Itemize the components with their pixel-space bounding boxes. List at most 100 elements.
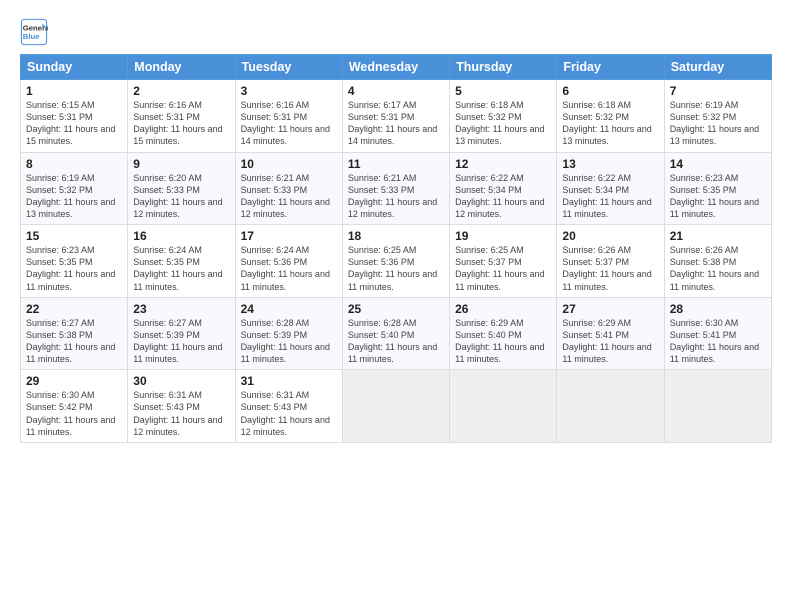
day-info: Sunrise: 6:16 AMSunset: 5:31 PMDaylight:… — [133, 100, 222, 146]
calendar-cell: 3 Sunrise: 6:16 AMSunset: 5:31 PMDayligh… — [235, 80, 342, 153]
calendar-cell: 16 Sunrise: 6:24 AMSunset: 5:35 PMDaylig… — [128, 225, 235, 298]
weekday-header-wednesday: Wednesday — [342, 55, 449, 80]
day-number: 18 — [348, 229, 444, 243]
day-info: Sunrise: 6:16 AMSunset: 5:31 PMDaylight:… — [241, 100, 330, 146]
day-number: 6 — [562, 84, 658, 98]
calendar-cell: 9 Sunrise: 6:20 AMSunset: 5:33 PMDayligh… — [128, 152, 235, 225]
day-info: Sunrise: 6:25 AMSunset: 5:37 PMDaylight:… — [455, 245, 544, 291]
calendar-cell: 24 Sunrise: 6:28 AMSunset: 5:39 PMDaylig… — [235, 297, 342, 370]
day-info: Sunrise: 6:23 AMSunset: 5:35 PMDaylight:… — [26, 245, 115, 291]
day-info: Sunrise: 6:27 AMSunset: 5:38 PMDaylight:… — [26, 318, 115, 364]
calendar-week-5: 29 Sunrise: 6:30 AMSunset: 5:42 PMDaylig… — [21, 370, 772, 443]
calendar-cell: 12 Sunrise: 6:22 AMSunset: 5:34 PMDaylig… — [450, 152, 557, 225]
day-number: 30 — [133, 374, 229, 388]
day-info: Sunrise: 6:28 AMSunset: 5:40 PMDaylight:… — [348, 318, 437, 364]
day-info: Sunrise: 6:22 AMSunset: 5:34 PMDaylight:… — [455, 173, 544, 219]
day-info: Sunrise: 6:18 AMSunset: 5:32 PMDaylight:… — [455, 100, 544, 146]
calendar-week-2: 8 Sunrise: 6:19 AMSunset: 5:32 PMDayligh… — [21, 152, 772, 225]
calendar-cell: 4 Sunrise: 6:17 AMSunset: 5:31 PMDayligh… — [342, 80, 449, 153]
calendar-cell: 13 Sunrise: 6:22 AMSunset: 5:34 PMDaylig… — [557, 152, 664, 225]
calendar-cell: 17 Sunrise: 6:24 AMSunset: 5:36 PMDaylig… — [235, 225, 342, 298]
day-info: Sunrise: 6:17 AMSunset: 5:31 PMDaylight:… — [348, 100, 437, 146]
calendar-cell: 6 Sunrise: 6:18 AMSunset: 5:32 PMDayligh… — [557, 80, 664, 153]
day-number: 1 — [26, 84, 122, 98]
day-info: Sunrise: 6:28 AMSunset: 5:39 PMDaylight:… — [241, 318, 330, 364]
calendar-cell: 31 Sunrise: 6:31 AMSunset: 5:43 PMDaylig… — [235, 370, 342, 443]
day-number: 28 — [670, 302, 766, 316]
calendar-cell: 23 Sunrise: 6:27 AMSunset: 5:39 PMDaylig… — [128, 297, 235, 370]
day-info: Sunrise: 6:15 AMSunset: 5:31 PMDaylight:… — [26, 100, 115, 146]
calendar-cell: 18 Sunrise: 6:25 AMSunset: 5:36 PMDaylig… — [342, 225, 449, 298]
calendar-cell: 15 Sunrise: 6:23 AMSunset: 5:35 PMDaylig… — [21, 225, 128, 298]
calendar-cell: 7 Sunrise: 6:19 AMSunset: 5:32 PMDayligh… — [664, 80, 771, 153]
calendar-cell: 10 Sunrise: 6:21 AMSunset: 5:33 PMDaylig… — [235, 152, 342, 225]
calendar-cell — [664, 370, 771, 443]
day-number: 21 — [670, 229, 766, 243]
calendar-cell: 22 Sunrise: 6:27 AMSunset: 5:38 PMDaylig… — [21, 297, 128, 370]
day-number: 9 — [133, 157, 229, 171]
calendar-cell: 14 Sunrise: 6:23 AMSunset: 5:35 PMDaylig… — [664, 152, 771, 225]
day-number: 31 — [241, 374, 337, 388]
calendar-cell: 29 Sunrise: 6:30 AMSunset: 5:42 PMDaylig… — [21, 370, 128, 443]
day-number: 19 — [455, 229, 551, 243]
day-number: 17 — [241, 229, 337, 243]
logo: General Blue — [20, 18, 52, 46]
day-number: 10 — [241, 157, 337, 171]
calendar-cell: 8 Sunrise: 6:19 AMSunset: 5:32 PMDayligh… — [21, 152, 128, 225]
weekday-header-saturday: Saturday — [664, 55, 771, 80]
day-info: Sunrise: 6:19 AMSunset: 5:32 PMDaylight:… — [26, 173, 115, 219]
day-number: 11 — [348, 157, 444, 171]
calendar-cell: 26 Sunrise: 6:29 AMSunset: 5:40 PMDaylig… — [450, 297, 557, 370]
day-info: Sunrise: 6:29 AMSunset: 5:40 PMDaylight:… — [455, 318, 544, 364]
day-info: Sunrise: 6:20 AMSunset: 5:33 PMDaylight:… — [133, 173, 222, 219]
calendar-cell: 25 Sunrise: 6:28 AMSunset: 5:40 PMDaylig… — [342, 297, 449, 370]
calendar-cell: 21 Sunrise: 6:26 AMSunset: 5:38 PMDaylig… — [664, 225, 771, 298]
calendar-cell: 30 Sunrise: 6:31 AMSunset: 5:43 PMDaylig… — [128, 370, 235, 443]
day-info: Sunrise: 6:19 AMSunset: 5:32 PMDaylight:… — [670, 100, 759, 146]
calendar-cell: 2 Sunrise: 6:16 AMSunset: 5:31 PMDayligh… — [128, 80, 235, 153]
day-info: Sunrise: 6:31 AMSunset: 5:43 PMDaylight:… — [241, 390, 330, 436]
day-number: 2 — [133, 84, 229, 98]
calendar-cell: 27 Sunrise: 6:29 AMSunset: 5:41 PMDaylig… — [557, 297, 664, 370]
day-info: Sunrise: 6:18 AMSunset: 5:32 PMDaylight:… — [562, 100, 651, 146]
day-number: 5 — [455, 84, 551, 98]
day-number: 24 — [241, 302, 337, 316]
day-number: 4 — [348, 84, 444, 98]
day-info: Sunrise: 6:30 AMSunset: 5:41 PMDaylight:… — [670, 318, 759, 364]
calendar-header-row: SundayMondayTuesdayWednesdayThursdayFrid… — [21, 55, 772, 80]
day-info: Sunrise: 6:24 AMSunset: 5:36 PMDaylight:… — [241, 245, 330, 291]
calendar-week-1: 1 Sunrise: 6:15 AMSunset: 5:31 PMDayligh… — [21, 80, 772, 153]
calendar-cell: 20 Sunrise: 6:26 AMSunset: 5:37 PMDaylig… — [557, 225, 664, 298]
day-number: 12 — [455, 157, 551, 171]
day-number: 27 — [562, 302, 658, 316]
calendar-cell: 11 Sunrise: 6:21 AMSunset: 5:33 PMDaylig… — [342, 152, 449, 225]
day-info: Sunrise: 6:29 AMSunset: 5:41 PMDaylight:… — [562, 318, 651, 364]
day-info: Sunrise: 6:23 AMSunset: 5:35 PMDaylight:… — [670, 173, 759, 219]
header: General Blue — [20, 18, 772, 46]
weekday-header-tuesday: Tuesday — [235, 55, 342, 80]
weekday-header-thursday: Thursday — [450, 55, 557, 80]
svg-text:Blue: Blue — [23, 32, 40, 41]
day-number: 15 — [26, 229, 122, 243]
day-info: Sunrise: 6:21 AMSunset: 5:33 PMDaylight:… — [241, 173, 330, 219]
day-number: 3 — [241, 84, 337, 98]
calendar-week-3: 15 Sunrise: 6:23 AMSunset: 5:35 PMDaylig… — [21, 225, 772, 298]
calendar-cell — [557, 370, 664, 443]
day-number: 29 — [26, 374, 122, 388]
day-info: Sunrise: 6:31 AMSunset: 5:43 PMDaylight:… — [133, 390, 222, 436]
calendar-cell: 28 Sunrise: 6:30 AMSunset: 5:41 PMDaylig… — [664, 297, 771, 370]
calendar-cell — [450, 370, 557, 443]
calendar-cell: 1 Sunrise: 6:15 AMSunset: 5:31 PMDayligh… — [21, 80, 128, 153]
weekday-header-sunday: Sunday — [21, 55, 128, 80]
page: General Blue SundayMondayTuesdayWednesda… — [0, 0, 792, 612]
svg-text:General: General — [23, 24, 48, 33]
day-number: 7 — [670, 84, 766, 98]
day-info: Sunrise: 6:25 AMSunset: 5:36 PMDaylight:… — [348, 245, 437, 291]
day-info: Sunrise: 6:21 AMSunset: 5:33 PMDaylight:… — [348, 173, 437, 219]
day-number: 23 — [133, 302, 229, 316]
calendar-week-4: 22 Sunrise: 6:27 AMSunset: 5:38 PMDaylig… — [21, 297, 772, 370]
day-number: 20 — [562, 229, 658, 243]
weekday-header-friday: Friday — [557, 55, 664, 80]
day-info: Sunrise: 6:27 AMSunset: 5:39 PMDaylight:… — [133, 318, 222, 364]
calendar-table: SundayMondayTuesdayWednesdayThursdayFrid… — [20, 54, 772, 443]
